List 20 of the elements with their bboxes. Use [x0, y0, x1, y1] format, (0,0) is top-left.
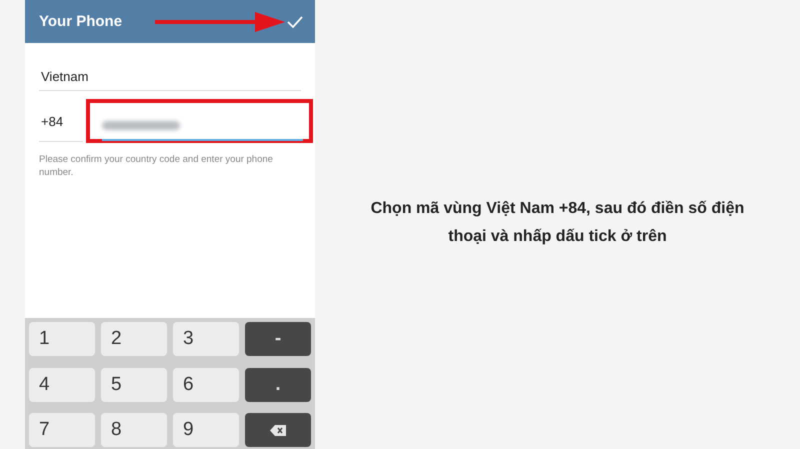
keypad-key[interactable]: 9	[173, 413, 239, 448]
country-code-field[interactable]: +84	[39, 100, 83, 142]
keypad-key[interactable]: 8	[101, 413, 167, 448]
keypad-key[interactable]: 3	[173, 322, 239, 356]
backspace-key[interactable]	[245, 413, 311, 448]
keypad-key[interactable]: 2	[101, 322, 167, 356]
backspace-icon	[270, 424, 286, 436]
hint-text: Please confirm your country code and enter your phone number.	[39, 153, 274, 179]
keypad-key[interactable]: 1	[29, 322, 95, 356]
phone-number-field[interactable]	[86, 99, 313, 143]
checkmark-icon[interactable]	[287, 14, 303, 28]
keypad-key[interactable]: 6	[173, 368, 239, 402]
keypad-key[interactable]: 7	[29, 413, 95, 448]
keypad-key[interactable]: -	[245, 322, 311, 356]
keypad-key[interactable]: 5	[101, 368, 167, 402]
country-field[interactable]: Vietnam	[39, 65, 301, 91]
keypad-key[interactable]: .	[245, 368, 311, 402]
keypad-key[interactable]: 4	[29, 368, 95, 402]
caption-text: Chọn mã vùng Việt Nam +84, sau đó điền số điện thoại và nhấp dấu tick ở trên	[370, 198, 746, 246]
header-title: Your Phone	[39, 13, 122, 30]
